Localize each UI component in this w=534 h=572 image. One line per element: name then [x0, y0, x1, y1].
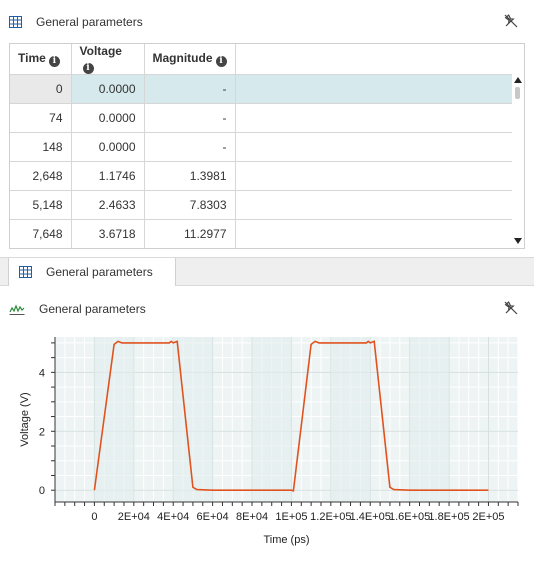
scroll-up-arrow-icon[interactable]: [514, 77, 522, 83]
x-tick-label: 1.6E+05: [389, 511, 430, 523]
panel-title: General parameters: [36, 15, 143, 29]
x-tick-label: 4E+04: [157, 511, 189, 523]
info-icon[interactable]: i: [82, 63, 94, 74]
cell-empty: [235, 161, 512, 191]
cell-voltage[interactable]: 0.0000: [71, 132, 145, 162]
table-row[interactable]: 148 0.0000 -: [10, 132, 512, 162]
table-panel: General parameters Time i Voltagei Magnit…: [0, 0, 534, 258]
cell-voltage[interactable]: 3.6718: [71, 219, 145, 248]
cell-empty: [235, 132, 512, 162]
x-tick-label: 1.2E+05: [310, 511, 351, 523]
table-row[interactable]: 7,648 3.6718 11.2977: [10, 219, 512, 248]
info-icon[interactable]: i: [215, 56, 227, 67]
cell-empty: [235, 190, 512, 220]
cell-time[interactable]: 2,648: [10, 161, 72, 191]
y-tick-label: 4: [39, 367, 45, 379]
cell-time[interactable]: 0: [10, 74, 72, 104]
cell-time[interactable]: 7,648: [10, 219, 72, 248]
cell-empty: [235, 219, 512, 248]
cell-voltage[interactable]: 0.0000: [71, 74, 145, 104]
cell-empty: [235, 103, 512, 133]
voltage-chart[interactable]: 0 2E+04 4E+04 6E+04 8E+04 1E+05 1.2E+051.4E+05…: [0, 327, 534, 572]
x-tick-label: 1E+05: [275, 511, 307, 523]
cell-magnitude[interactable]: -: [144, 103, 236, 133]
table-panel-header: General parameters: [0, 0, 534, 44]
tab-general-parameters[interactable]: General parameters: [8, 258, 176, 286]
grid-band: [330, 337, 371, 502]
table-icon: [19, 266, 32, 278]
table-row[interactable]: 74 0.0000 -: [10, 103, 512, 133]
chart-panel-header: General parameters: [0, 287, 534, 331]
column-header-magnitude[interactable]: Magnitude i: [144, 44, 236, 75]
cell-magnitude[interactable]: -: [144, 132, 236, 162]
cell-time[interactable]: 74: [10, 103, 72, 133]
table-icon: [9, 16, 22, 28]
column-header-voltage[interactable]: Voltagei: [71, 44, 145, 75]
column-header-time[interactable]: Time i: [10, 44, 72, 75]
table-row[interactable]: 2,648 1.1746 1.3981: [10, 161, 512, 191]
grid-band: [252, 337, 292, 502]
grid-band: [94, 337, 134, 502]
scroll-down-arrow-icon[interactable]: [514, 238, 522, 244]
cell-time[interactable]: 148: [10, 132, 72, 162]
tab-strip: General parameters: [0, 258, 534, 286]
info-icon[interactable]: i: [48, 56, 60, 67]
data-table: Time i Voltagei Magnitude i 0 0.0000 - 74 …: [9, 43, 525, 249]
cell-magnitude[interactable]: 1.3981: [144, 161, 236, 191]
panel-title: General parameters: [39, 302, 146, 316]
x-tick-label: 1.8E+05: [428, 511, 469, 523]
chart-panel: General parameters 0 2E+04 4E+04 6E+04 8E+04…: [0, 287, 534, 572]
cell-empty: [235, 74, 512, 104]
pin-icon[interactable]: [504, 14, 518, 28]
y-axis-label: Voltage (V): [19, 392, 31, 446]
table-header-row: Time i Voltagei Magnitude i: [10, 44, 512, 75]
y-tick-label: 2: [39, 426, 45, 438]
x-tick-label: 6E+04: [197, 511, 229, 523]
table-row[interactable]: 0 0.0000 -: [10, 74, 512, 104]
cell-time[interactable]: 5,148: [10, 190, 72, 220]
cell-voltage[interactable]: 0.0000: [71, 103, 145, 133]
x-tick-label: 8E+04: [236, 511, 268, 523]
grid-band: [409, 337, 450, 502]
column-header-empty: [235, 44, 512, 75]
scroll-thumb[interactable]: [515, 87, 520, 99]
y-tick-label: 0: [39, 485, 45, 497]
x-tick-label: 0: [91, 511, 97, 523]
cell-magnitude[interactable]: -: [144, 74, 236, 104]
cell-voltage[interactable]: 2.4633: [71, 190, 145, 220]
pin-icon[interactable]: [504, 301, 518, 315]
tab-label: General parameters: [46, 265, 153, 279]
x-tick-label: 2E+05: [472, 511, 504, 523]
x-axis-label: Time (ps): [263, 534, 309, 546]
cell-magnitude[interactable]: 11.2977: [144, 219, 236, 248]
x-tick-label: 1.4E+05: [350, 511, 391, 523]
table-scrollbar[interactable]: [512, 73, 524, 248]
line-chart-icon: [9, 304, 25, 315]
cell-magnitude[interactable]: 7.8303: [144, 190, 236, 220]
table-row[interactable]: 5,148 2.4633 7.8303: [10, 190, 512, 220]
x-tick-label: 2E+04: [118, 511, 150, 523]
cell-voltage[interactable]: 1.1746: [71, 161, 145, 191]
